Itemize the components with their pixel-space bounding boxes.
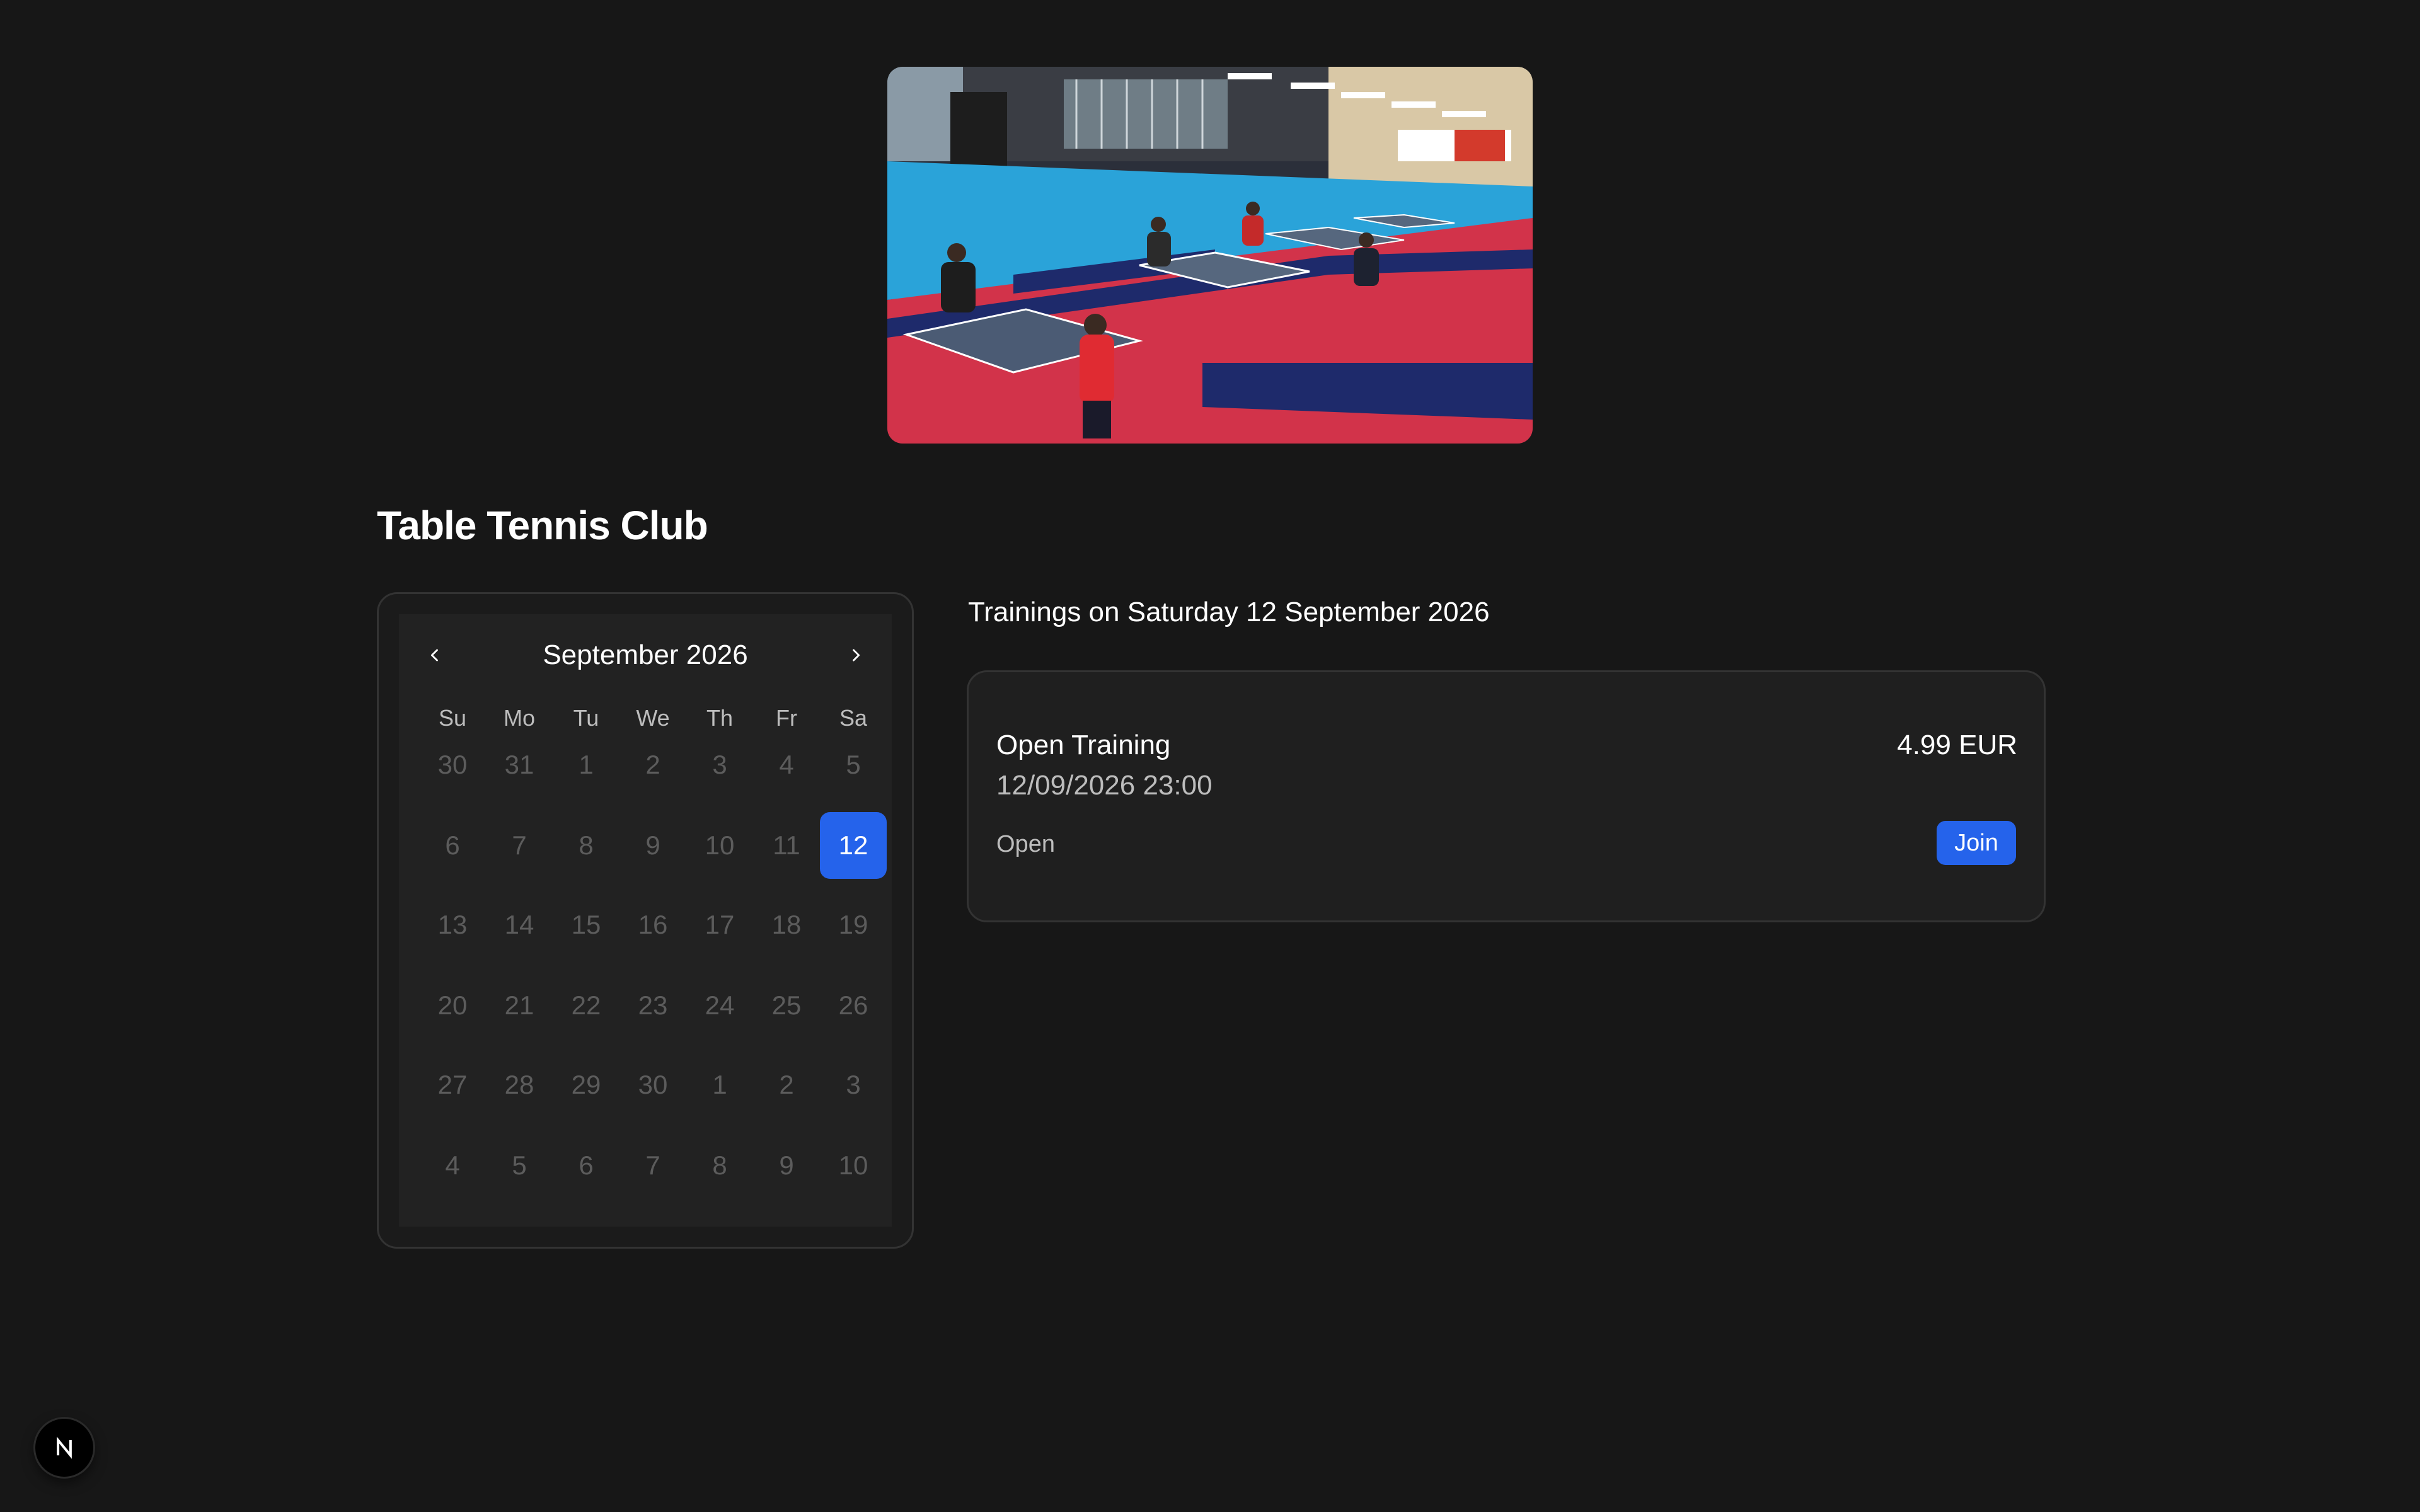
calendar-day[interactable]: 4 xyxy=(419,1132,486,1199)
calendar-day[interactable]: 9 xyxy=(753,1132,820,1199)
calendar-day[interactable]: 5 xyxy=(820,731,887,798)
calendar-day[interactable]: 24 xyxy=(686,972,753,1039)
calendar-day[interactable]: 23 xyxy=(619,972,686,1039)
calendar-week-row: 4 5 6 7 8 9 10 xyxy=(419,1132,887,1199)
training-title: Open Training xyxy=(996,730,1171,760)
chevron-right-icon xyxy=(853,649,860,662)
weekday-label: We xyxy=(636,705,670,731)
calendar-week-row: 20 21 22 23 24 25 26 xyxy=(419,972,887,1039)
training-datetime: 12/09/2026 23:00 xyxy=(996,770,1213,801)
calendar-weekdays: Su Mo Tu We Th Fr Sa xyxy=(419,702,887,734)
calendar-day[interactable]: 10 xyxy=(820,1132,887,1199)
calendar-day[interactable]: 3 xyxy=(686,731,753,798)
calendar-day[interactable]: 15 xyxy=(553,891,619,958)
calendar-day[interactable]: 19 xyxy=(820,891,887,958)
calendar-day[interactable]: 28 xyxy=(486,1051,553,1118)
calendar-day[interactable]: 5 xyxy=(486,1132,553,1199)
calendar-day[interactable]: 20 xyxy=(419,972,486,1039)
calendar-day[interactable]: 17 xyxy=(686,891,753,958)
club-hero-image xyxy=(887,67,1533,444)
calendar-day[interactable]: 22 xyxy=(553,972,619,1039)
training-card: Open Training 12/09/2026 23:00 4.99 EUR … xyxy=(967,670,2046,922)
next-month-button[interactable] xyxy=(839,638,873,672)
calendar-day[interactable]: 30 xyxy=(619,1051,686,1118)
calendar-day[interactable]: 10 xyxy=(686,812,753,879)
calendar-day[interactable]: 14 xyxy=(486,891,553,958)
weekday-label: Su xyxy=(438,705,467,731)
nextjs-logo-icon xyxy=(57,1436,72,1459)
calendar-day[interactable]: 4 xyxy=(753,731,820,798)
nextjs-dev-indicator-button[interactable] xyxy=(35,1419,93,1477)
training-status: Open xyxy=(996,831,1055,857)
calendar-week-row: 13 14 15 16 17 18 19 xyxy=(419,891,887,958)
weekday-label: Sa xyxy=(839,705,868,731)
calendar-day[interactable]: 1 xyxy=(686,1051,753,1118)
weekday-label: Tu xyxy=(573,705,599,731)
weekday-label: Fr xyxy=(776,705,797,731)
page: Table Tennis Club September 2026 Su Mo T… xyxy=(0,0,2420,1512)
weekday-label: Mo xyxy=(503,705,535,731)
calendar-day[interactable]: 18 xyxy=(753,891,820,958)
calendar-day[interactable]: 31 xyxy=(486,731,553,798)
calendar-day[interactable]: 9 xyxy=(619,812,686,879)
calendar-day[interactable]: 8 xyxy=(553,812,619,879)
calendar-day[interactable]: 6 xyxy=(553,1132,619,1199)
calendar-day[interactable]: 7 xyxy=(486,812,553,879)
hero-photo-illustration xyxy=(887,67,1533,444)
calendar-month-label: September 2026 xyxy=(543,639,748,670)
calendar-week-row: 30 31 1 2 3 4 5 xyxy=(419,731,887,798)
calendar-week-row: 6 7 8 9 10 11 12 xyxy=(419,812,887,879)
calendar-day-selected[interactable]: 12 xyxy=(820,812,887,879)
calendar: September 2026 Su Mo Tu We Th Fr Sa 30 31… xyxy=(377,592,914,1249)
calendar-day[interactable]: 11 xyxy=(753,812,820,879)
calendar-day[interactable]: 13 xyxy=(419,891,486,958)
calendar-day[interactable]: 26 xyxy=(820,972,887,1039)
calendar-day[interactable]: 16 xyxy=(619,891,686,958)
trainings-heading: Trainings on Saturday 12 September 2026 xyxy=(968,597,1490,627)
calendar-day[interactable]: 3 xyxy=(820,1051,887,1118)
calendar-body: September 2026 Su Mo Tu We Th Fr Sa 30 31… xyxy=(399,614,892,1227)
calendar-day[interactable]: 2 xyxy=(619,731,686,798)
calendar-day[interactable]: 29 xyxy=(553,1051,619,1118)
page-title: Table Tennis Club xyxy=(377,503,708,548)
calendar-day[interactable]: 21 xyxy=(486,972,553,1039)
calendar-day[interactable]: 7 xyxy=(619,1132,686,1199)
calendar-day[interactable]: 1 xyxy=(553,731,619,798)
calendar-day[interactable]: 25 xyxy=(753,972,820,1039)
calendar-day[interactable]: 8 xyxy=(686,1132,753,1199)
calendar-day[interactable]: 6 xyxy=(419,812,486,879)
training-price: 4.99 EUR xyxy=(1897,730,2017,760)
calendar-day[interactable]: 2 xyxy=(753,1051,820,1118)
calendar-day[interactable]: 30 xyxy=(419,731,486,798)
calendar-header: September 2026 xyxy=(399,627,892,684)
weekday-label: Th xyxy=(706,705,733,731)
calendar-week-row: 27 28 29 30 1 2 3 xyxy=(419,1051,887,1118)
join-training-button[interactable]: Join xyxy=(1937,821,2016,865)
calendar-day[interactable]: 27 xyxy=(419,1051,486,1118)
